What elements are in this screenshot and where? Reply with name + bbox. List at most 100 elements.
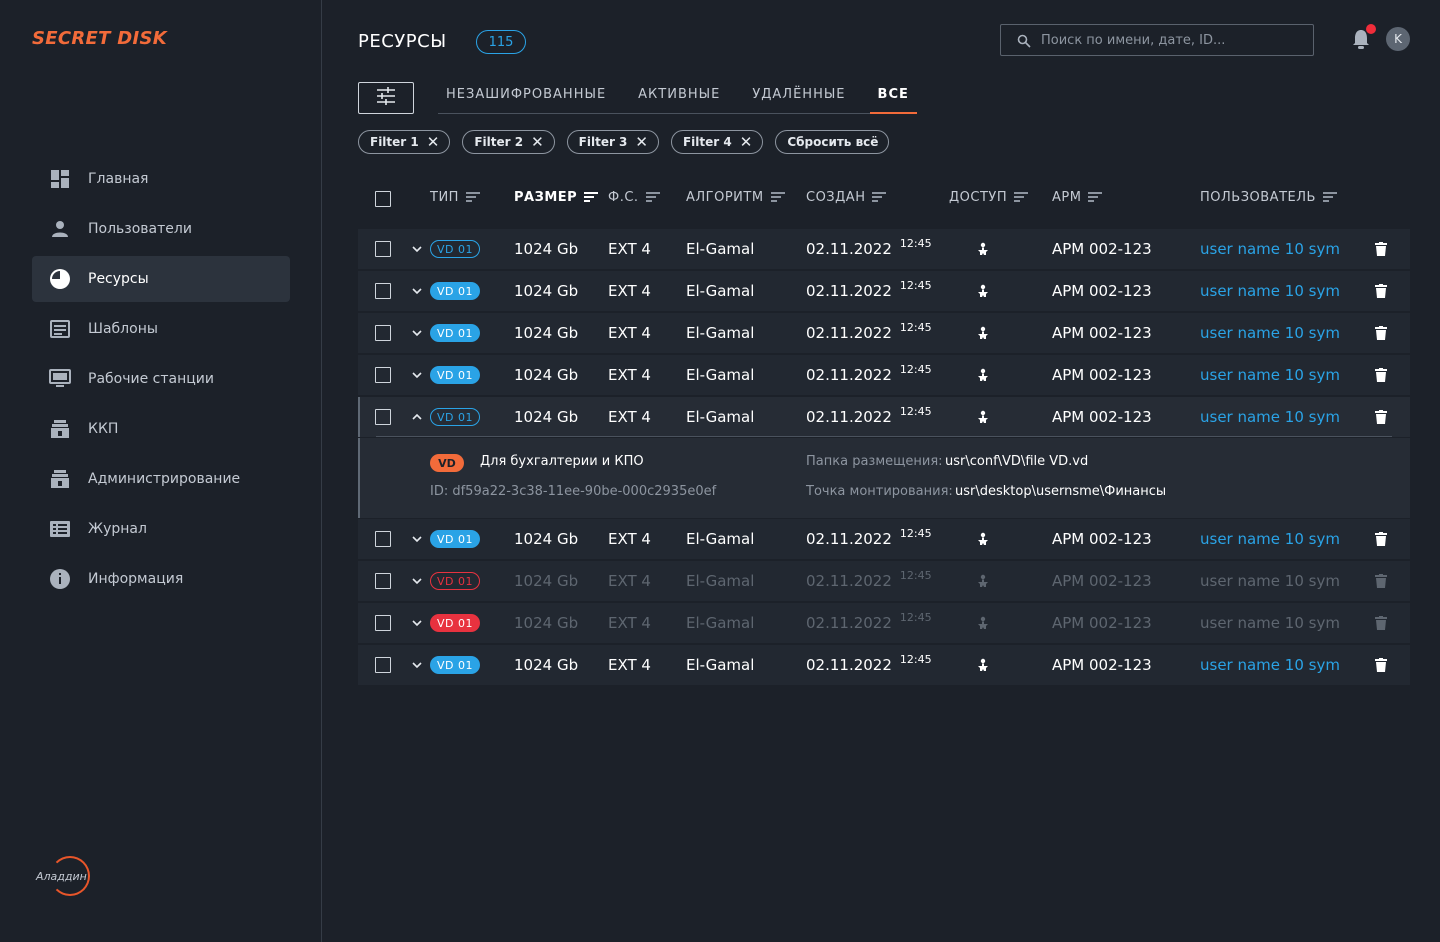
sidebar-item-kkp[interactable]: ККП	[32, 406, 290, 452]
column-header[interactable]: ПОЛЬЗОВАТЕЛЬ	[1200, 190, 1337, 205]
sort-icon[interactable]	[645, 192, 660, 203]
row-select-cell	[375, 313, 391, 353]
table-row[interactable]: VD 01 1024 Gb EXT 4 El-Gamal 02.11.2022 1…	[358, 397, 1410, 437]
column-header[interactable]: АРМ	[1052, 190, 1103, 205]
trash-icon[interactable]	[1375, 645, 1387, 685]
user-link[interactable]: user name 10 sym	[1200, 355, 1340, 395]
row-checkbox[interactable]	[375, 657, 391, 673]
column-header[interactable]: ТИП	[430, 190, 480, 205]
user-link[interactable]: user name 10 sym	[1200, 603, 1340, 643]
sort-icon[interactable]	[1014, 192, 1029, 203]
trash-icon[interactable]	[1375, 561, 1387, 601]
column-header[interactable]: РАЗМЕР	[514, 190, 599, 205]
sidebar-item-users[interactable]: Пользователи	[32, 206, 290, 252]
column-header[interactable]: АЛГОРИТМ	[686, 190, 785, 205]
table-row[interactable]: VD 01 1024 Gb EXT 4 El-Gamal 02.11.2022 1…	[358, 313, 1410, 353]
sidebar-item-admin[interactable]: Администрирование	[32, 456, 290, 502]
row-checkbox[interactable]	[375, 283, 391, 299]
close-icon[interactable]: ✕	[740, 133, 753, 151]
user-link[interactable]: user name 10 sym	[1200, 645, 1340, 685]
detail-type-tag: VD	[430, 454, 464, 472]
size-cell: 1024 Gb	[514, 366, 579, 384]
row-checkbox[interactable]	[375, 325, 391, 341]
table-row[interactable]: VD 01 1024 Gb EXT 4 El-Gamal 02.11.2022 1…	[358, 603, 1410, 643]
sort-icon[interactable]	[1088, 192, 1103, 203]
filter-settings-button[interactable]	[358, 82, 414, 114]
table-row[interactable]: VD 01 1024 Gb EXT 4 El-Gamal 02.11.2022 1…	[358, 229, 1410, 269]
chevron-down-icon[interactable]	[411, 519, 423, 559]
reset-filters-button[interactable]: Сбросить всё	[775, 130, 890, 154]
column-header[interactable]: ДОСТУП	[949, 190, 1029, 205]
sort-icon[interactable]	[1322, 192, 1337, 203]
user-link[interactable]: user name 10 sym	[1200, 271, 1340, 311]
tab-unencrypted[interactable]: НЕЗАШИФРОВАННЫЕ	[438, 80, 614, 114]
sidebar-item-info[interactable]: Информация	[32, 556, 290, 602]
trash-icon[interactable]	[1375, 397, 1387, 437]
sidebar-item-journal[interactable]: Журнал	[32, 506, 290, 552]
filter-chip[interactable]: Filter 2 ✕	[462, 130, 555, 154]
chevron-down-icon[interactable]	[411, 313, 423, 353]
search-box[interactable]	[1000, 24, 1314, 56]
table-row[interactable]: VD 01 1024 Gb EXT 4 El-Gamal 02.11.2022 1…	[358, 271, 1410, 311]
filter-chip[interactable]: Filter 1 ✕	[358, 130, 451, 154]
chevron-down-icon[interactable]	[411, 355, 423, 395]
filter-chip[interactable]: Filter 3 ✕	[566, 130, 659, 154]
sort-icon[interactable]	[465, 192, 480, 203]
app-logo[interactable]: SECRET DISK	[32, 28, 167, 49]
avatar[interactable]: K	[1386, 27, 1410, 51]
close-icon[interactable]: ✕	[531, 133, 544, 151]
tab-deleted[interactable]: УДАЛЁННЫЕ	[744, 80, 853, 114]
trash-icon[interactable]	[1375, 271, 1387, 311]
sidebar-item-resources[interactable]: Ресурсы	[32, 256, 290, 302]
sidebar-item-workstations[interactable]: Рабочие станции	[32, 356, 290, 402]
admin-lock-icon	[48, 467, 72, 491]
sort-icon[interactable]	[584, 192, 599, 203]
table-row[interactable]: VD 01 1024 Gb EXT 4 El-Gamal 02.11.2022 1…	[358, 355, 1410, 395]
user-link[interactable]: user name 10 sym	[1200, 561, 1340, 601]
chevron-down-icon[interactable]	[411, 271, 423, 311]
type-cell: VD 01	[430, 229, 480, 269]
column-header[interactable]: Ф.С.	[608, 190, 660, 205]
access-person-icon	[977, 519, 989, 559]
close-icon[interactable]: ✕	[427, 133, 440, 151]
table-row[interactable]: VD 01 1024 Gb EXT 4 El-Gamal 02.11.2022 1…	[358, 561, 1410, 601]
table-row[interactable]: VD 01 1024 Gb EXT 4 El-Gamal 02.11.2022 1…	[358, 519, 1410, 559]
trash-icon[interactable]	[1375, 519, 1387, 559]
row-checkbox[interactable]	[375, 241, 391, 257]
row-checkbox[interactable]	[375, 531, 391, 547]
user-link[interactable]: user name 10 sym	[1200, 229, 1340, 269]
chevron-up-icon[interactable]	[411, 397, 423, 437]
row-checkbox[interactable]	[375, 367, 391, 383]
tab-active[interactable]: АКТИВНЫЕ	[630, 80, 728, 114]
user-link[interactable]: user name 10 sym	[1200, 519, 1340, 559]
chevron-down-icon[interactable]	[411, 561, 423, 601]
close-icon[interactable]: ✕	[635, 133, 648, 151]
sidebar-item-templates[interactable]: Шаблоны	[32, 306, 290, 352]
sort-icon[interactable]	[770, 192, 785, 203]
access-person-icon	[977, 313, 989, 353]
created-time: 12:45	[899, 568, 932, 582]
trash-icon[interactable]	[1375, 313, 1387, 353]
sort-icon[interactable]	[872, 192, 887, 203]
trash-icon[interactable]	[1375, 355, 1387, 395]
sidebar-item-home[interactable]: Главная	[32, 156, 290, 202]
filter-chip[interactable]: Filter 4 ✕	[670, 130, 764, 154]
tab-all[interactable]: ВСЕ	[869, 80, 917, 114]
row-checkbox[interactable]	[375, 409, 391, 425]
search-input[interactable]	[1041, 32, 1301, 48]
trash-icon[interactable]	[1375, 603, 1387, 643]
column-header[interactable]: СОЗДАН	[806, 190, 887, 205]
user-link[interactable]: user name 10 sym	[1200, 313, 1340, 353]
select-all-checkbox[interactable]	[375, 191, 391, 207]
chevron-down-icon[interactable]	[411, 603, 423, 643]
row-checkbox[interactable]	[375, 573, 391, 589]
user-link[interactable]: user name 10 sym	[1200, 397, 1340, 437]
arm-cell: АРМ 002-123	[1052, 530, 1152, 548]
arm-cell: АРМ 002-123	[1052, 614, 1152, 632]
row-checkbox[interactable]	[375, 615, 391, 631]
table-row[interactable]: VD 01 1024 Gb EXT 4 El-Gamal 02.11.2022 1…	[358, 645, 1410, 685]
notifications-bell-icon[interactable]	[1350, 24, 1376, 50]
chevron-down-icon[interactable]	[411, 645, 423, 685]
trash-icon[interactable]	[1375, 229, 1387, 269]
chevron-down-icon[interactable]	[411, 229, 423, 269]
